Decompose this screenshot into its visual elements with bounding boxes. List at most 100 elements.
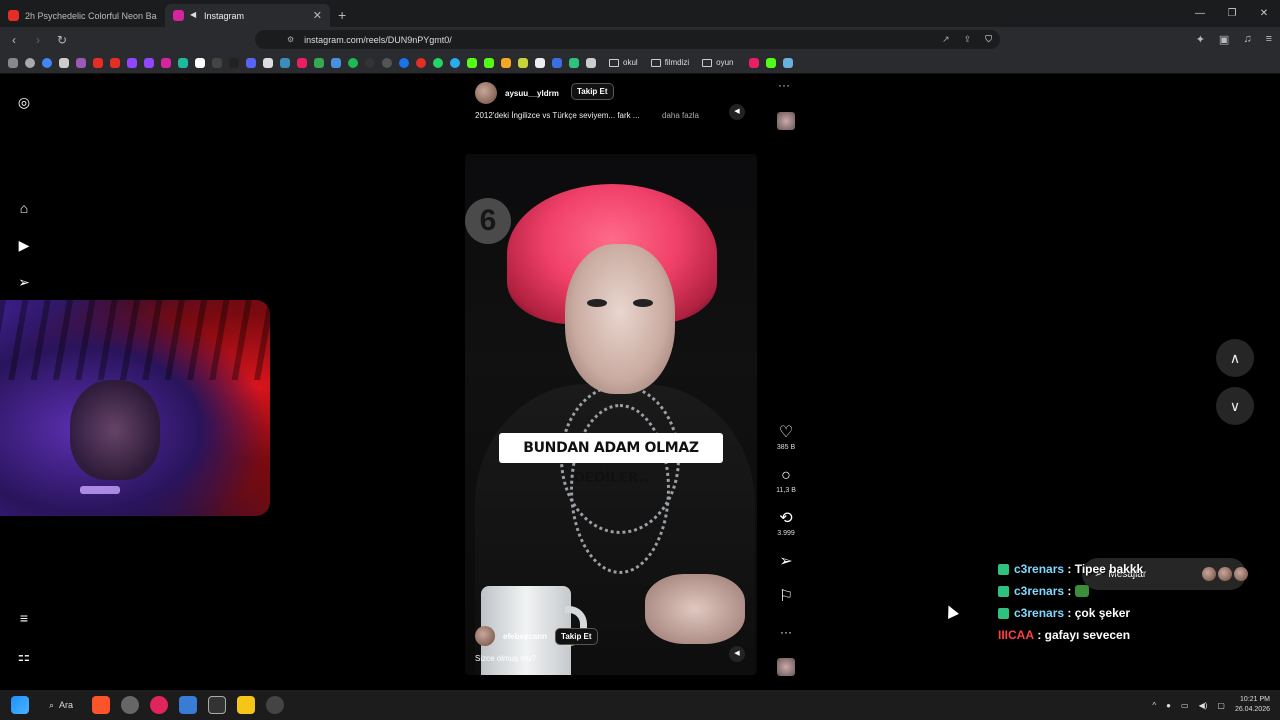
mute-icon[interactable]: ◀ <box>729 104 745 120</box>
bookmark-icon[interactable] <box>382 57 392 68</box>
restore-button[interactable]: ❐ <box>1216 8 1248 19</box>
bookmark-icon[interactable] <box>263 57 273 68</box>
follow-button[interactable]: Takip Et <box>571 83 614 100</box>
username[interactable]: efebeycann <box>503 632 547 641</box>
kick-icon[interactable] <box>484 57 494 68</box>
taskbar-search[interactable]: ⌕ Ara <box>49 700 73 711</box>
like-action[interactable]: ♡ 385 B <box>772 424 800 467</box>
instagram-logo-icon[interactable]: ◎ <box>16 94 32 110</box>
instagram-icon[interactable] <box>161 57 171 68</box>
more-action[interactable]: ··· <box>772 623 800 658</box>
network-icon[interactable]: ▭ <box>1181 701 1189 710</box>
reload-icon[interactable]: ↻ <box>52 33 72 47</box>
brave-icon[interactable] <box>92 696 111 714</box>
share-action[interactable]: ➢ <box>772 553 800 588</box>
microphone-icon[interactable]: ● <box>1166 701 1171 710</box>
bookmark-icon[interactable] <box>297 57 307 68</box>
wallet-icon[interactable]: ▣ <box>1219 33 1229 46</box>
shield-icon[interactable]: ⛉ <box>985 34 992 45</box>
notification-icon[interactable]: ▢ <box>1217 701 1225 710</box>
repost-icon[interactable]: ⟲ <box>779 510 792 528</box>
app-icon[interactable] <box>208 696 227 714</box>
reels-icon[interactable]: ▶ <box>16 237 32 253</box>
bookmark-folder-okul[interactable]: okul <box>609 58 638 67</box>
minimize-button[interactable]: — <box>1184 8 1216 19</box>
new-tab-button[interactable]: + <box>338 7 346 23</box>
open-external-icon[interactable]: ↗ <box>942 34 950 45</box>
bookmark-icon[interactable] <box>365 57 375 68</box>
drive-icon[interactable] <box>314 57 324 68</box>
bookmark-icon[interactable] <box>552 57 562 68</box>
extensions-icon[interactable]: ✦ <box>1196 33 1205 46</box>
audio-thumbnail[interactable] <box>777 112 795 130</box>
direct-message-icon[interactable]: ➢ <box>16 274 32 290</box>
discord-icon[interactable] <box>246 57 256 68</box>
kick-icon[interactable] <box>467 57 477 68</box>
mute-icon[interactable]: ◀ <box>729 646 745 662</box>
next-reel-button[interactable]: ∨ <box>1216 387 1254 425</box>
reel-video[interactable]: 6 BUNDAN ADAM OLMAZ DEDİLER.. efebeycann… <box>465 154 757 675</box>
bookmark-folder-filmdizi[interactable]: filmdizi <box>650 58 689 67</box>
file-explorer-icon[interactable] <box>237 696 256 714</box>
browser-tab-instagram[interactable]: ◀ Instagram ✕ <box>165 4 330 27</box>
save-action[interactable]: ⚐ <box>772 588 800 623</box>
bookmark-icon[interactable] <box>569 57 579 68</box>
more-link[interactable]: daha fazla <box>662 111 699 120</box>
repost-action[interactable]: ⟲ 3.999 <box>772 510 800 553</box>
twitch-icon[interactable] <box>127 57 137 68</box>
address-bar[interactable]: ⚙ instagram.com/reels/DUN9nPYgmt0/ ↗ ⇪ ⛉ <box>255 30 1000 49</box>
username[interactable]: aysuu__yldrm <box>505 89 559 98</box>
more-menu-icon[interactable]: ≡ <box>16 610 32 626</box>
apps-icon[interactable] <box>8 57 18 68</box>
obs-icon[interactable] <box>266 696 285 714</box>
start-icon[interactable] <box>11 696 29 714</box>
youtube-icon[interactable] <box>110 57 120 68</box>
whatsapp-icon[interactable] <box>433 57 443 68</box>
threads-icon[interactable] <box>212 57 222 68</box>
comment-icon[interactable]: ○ <box>781 467 791 485</box>
more-options-icon[interactable]: ··· <box>778 78 790 92</box>
clock[interactable]: 10:21 PM 26.04.2026 <box>1235 695 1270 715</box>
home-icon[interactable]: ⌂ <box>16 200 32 216</box>
music-icon[interactable]: ♫ <box>1243 33 1251 46</box>
previous-reel-button[interactable]: ∧ <box>1216 339 1254 377</box>
bookmark-icon[interactable] <box>535 57 545 68</box>
more-options-icon[interactable]: ··· <box>780 623 792 641</box>
twitch-icon[interactable] <box>144 57 154 68</box>
avatar[interactable] <box>475 82 497 104</box>
menu-icon[interactable]: ≡ <box>1266 33 1272 46</box>
meta-apps-icon[interactable]: ⚏ <box>16 648 32 664</box>
site-info-icon[interactable]: ⚙ <box>287 35 294 44</box>
bookmark-icon[interactable] <box>748 57 759 68</box>
close-tab-icon[interactable]: ✕ <box>313 9 322 22</box>
bookmark-icon[interactable] <box>518 57 528 68</box>
tiktok-icon[interactable] <box>229 57 239 68</box>
bookmark-icon[interactable] <box>178 57 188 68</box>
bookmark-icon[interactable] <box>76 57 86 68</box>
share-icon[interactable]: ➢ <box>779 553 792 571</box>
bookmark-icon[interactable] <box>331 57 341 68</box>
chevron-up-icon[interactable]: ^ <box>1152 701 1156 710</box>
bookmark-icon[interactable] <box>280 57 290 68</box>
follow-button[interactable]: Takip Et <box>555 627 598 645</box>
telegram-icon[interactable] <box>450 57 460 68</box>
back-icon[interactable]: ‹ <box>4 33 24 47</box>
bookmark-icon[interactable] <box>501 57 511 68</box>
google-icon[interactable] <box>42 57 52 68</box>
audio-thumbnail[interactable] <box>777 658 795 676</box>
avatar[interactable] <box>475 626 495 646</box>
bookmark-folder-oyun[interactable]: oyun <box>702 58 734 67</box>
bookmark-icon[interactable] <box>399 57 409 68</box>
comment-action[interactable]: ○ 11,3 B <box>772 467 800 510</box>
forward-icon[interactable]: › <box>28 33 48 47</box>
x-icon[interactable] <box>195 57 205 68</box>
history-icon[interactable] <box>25 57 35 68</box>
spotify-icon[interactable] <box>348 57 358 68</box>
media-player-icon[interactable] <box>150 696 169 714</box>
heart-icon[interactable]: ♡ <box>779 424 793 442</box>
photos-icon[interactable] <box>179 696 198 714</box>
bookmark-icon[interactable] <box>586 57 596 68</box>
share-icon[interactable]: ⇪ <box>964 34 972 45</box>
bookmark-icon[interactable] <box>782 57 793 68</box>
app-icon[interactable] <box>121 696 140 714</box>
